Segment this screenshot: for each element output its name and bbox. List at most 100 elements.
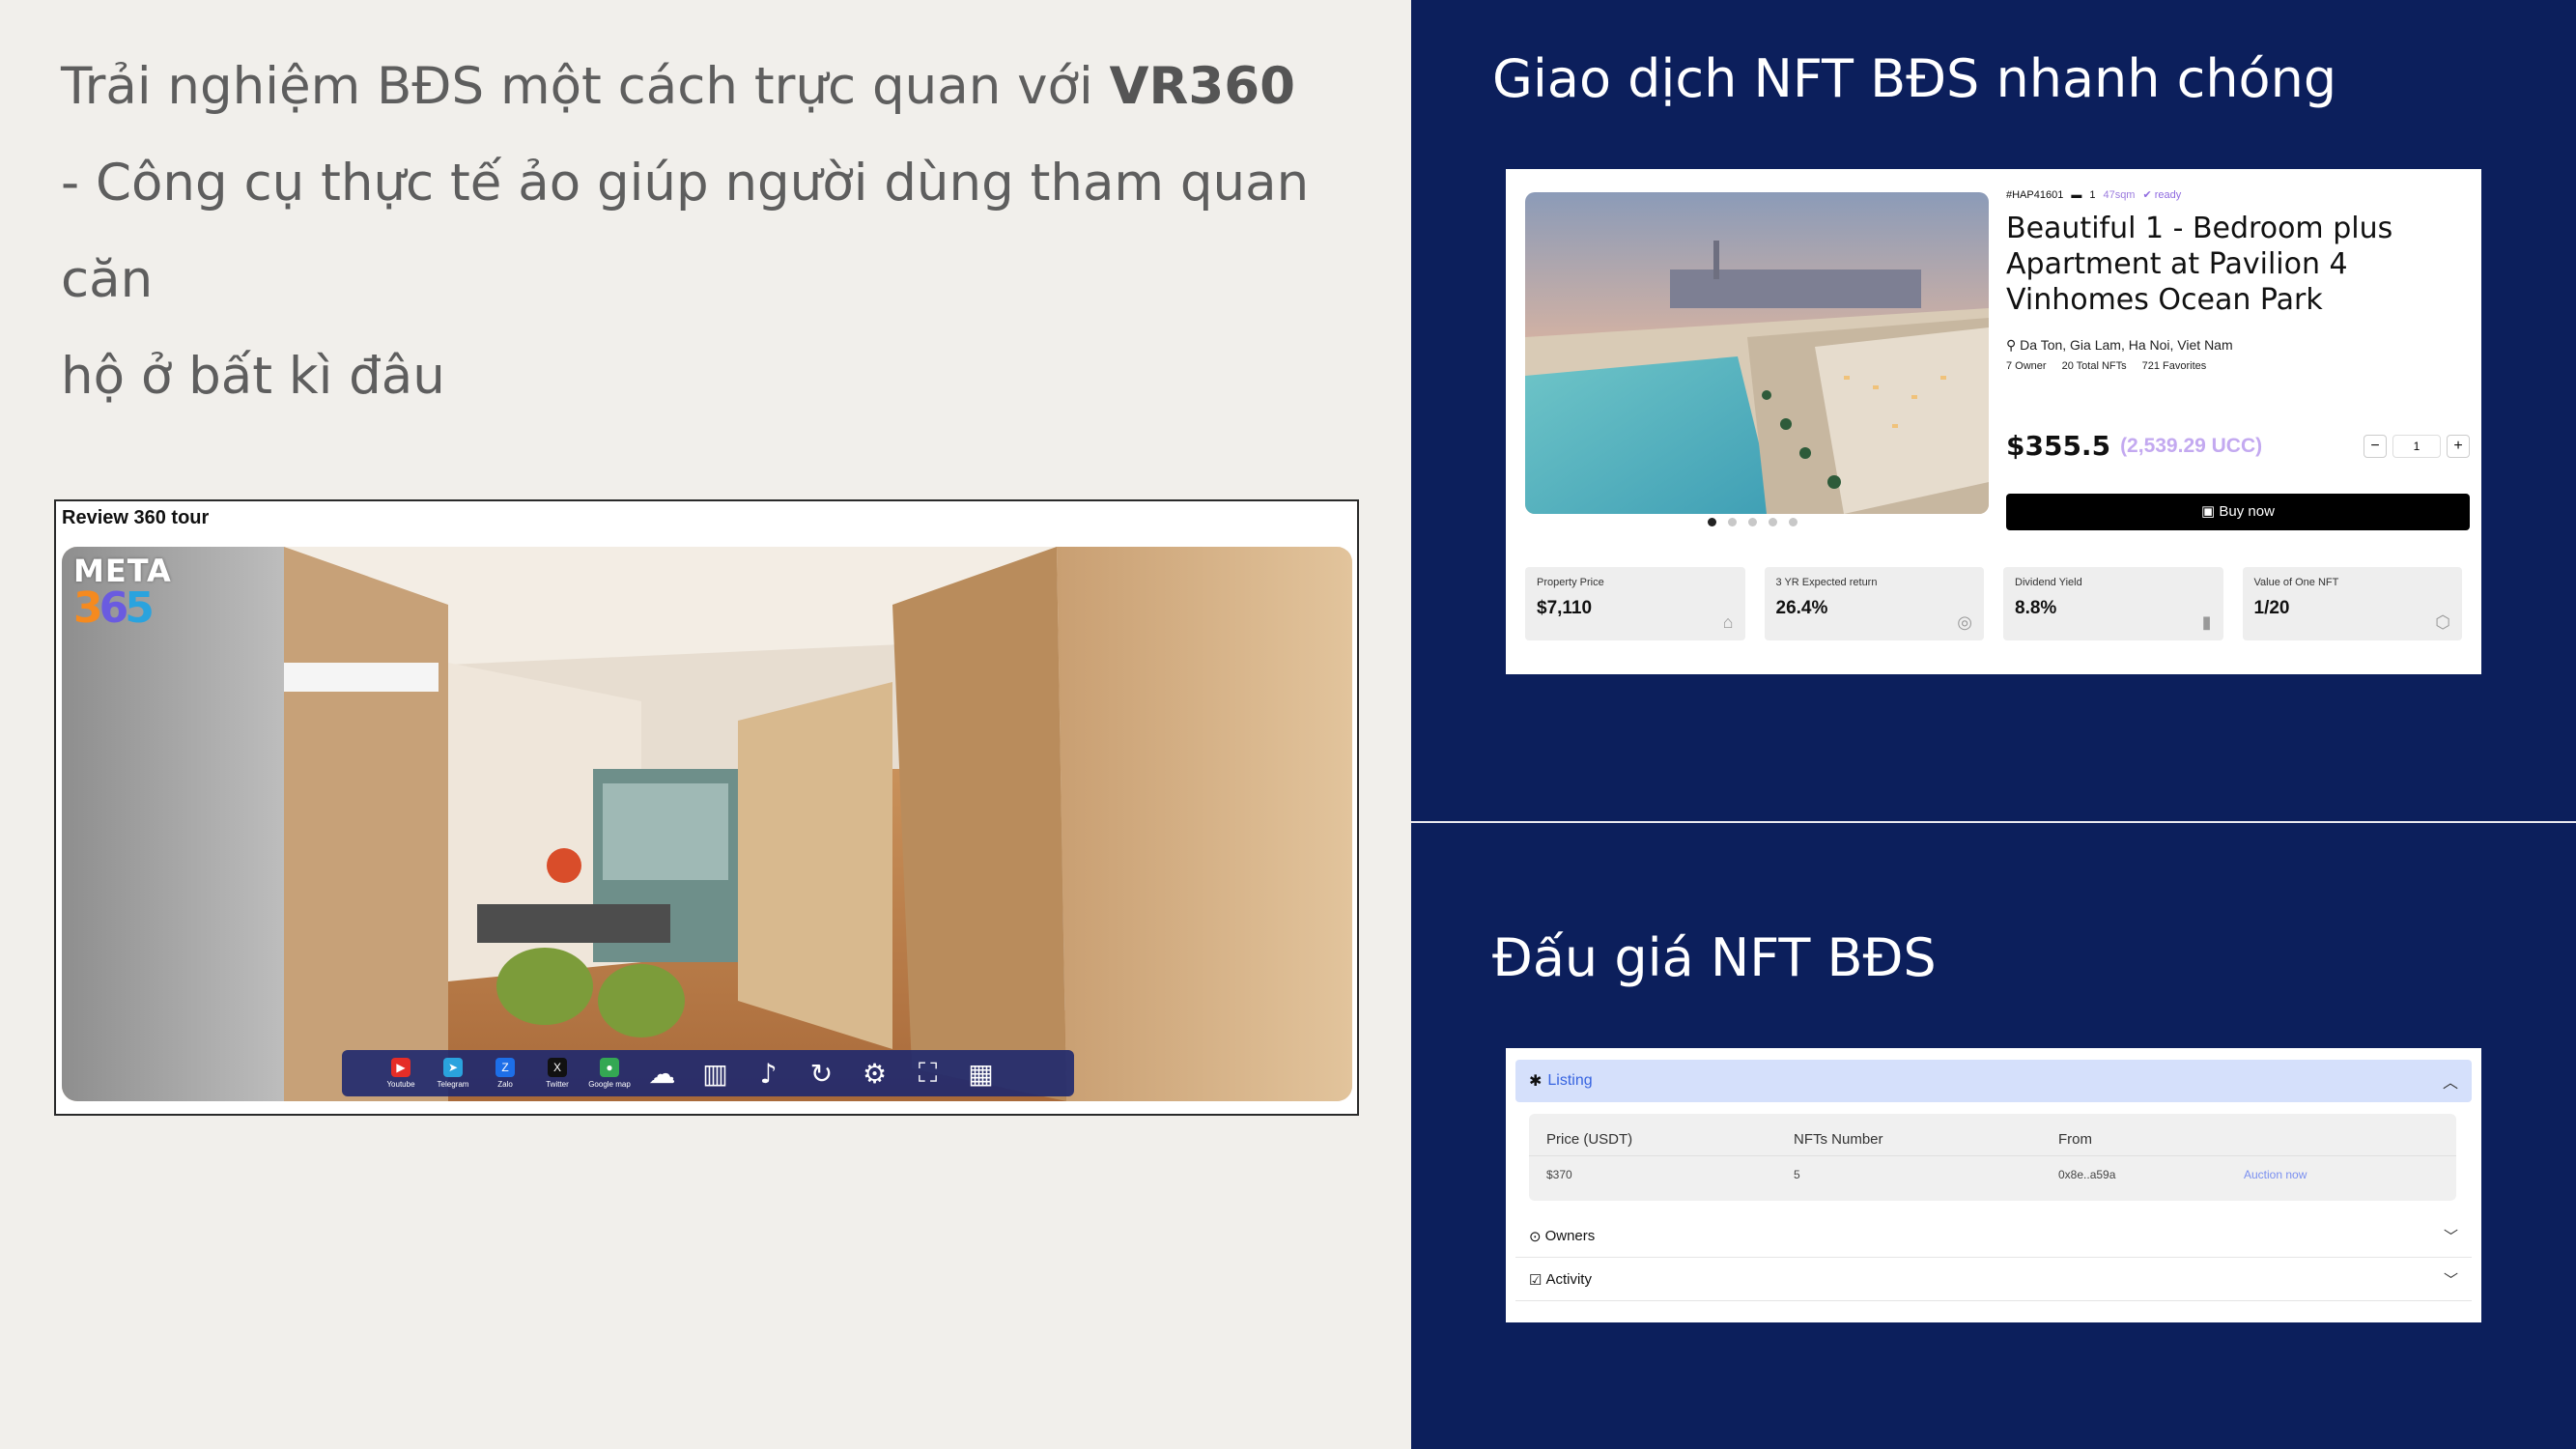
total-nfts: 20 Total NFTs (2061, 360, 2127, 372)
social-telegram-button[interactable]: ➤ Telegram (427, 1058, 479, 1089)
ready-badge: ✔ ready (2142, 189, 2182, 201)
nft-title: Beautiful 1 - Bedroom plus Apartment at … (2006, 212, 2393, 317)
tour-title: Review 360 tour (62, 507, 210, 528)
social-zalo-button[interactable]: Z Zalo (479, 1058, 531, 1089)
hero-vr360: VR360 (1109, 57, 1295, 116)
chevron-up-icon: ︿ (2442, 1075, 2458, 1092)
carousel-dot[interactable] (1708, 518, 1716, 526)
hero-line2: - Công cụ thực tế ảo giúp người dùng tha… (61, 154, 1310, 309)
nft-rooms: 1 (2089, 188, 2096, 201)
carousel-dots (1708, 518, 1798, 526)
col-price: Price (USDT) (1546, 1131, 1633, 1148)
price-row: $355.5 (2,539.29 UCC) − 1 + (2006, 430, 2470, 462)
section-divider (1411, 821, 2576, 823)
vr360-description: Trải nghiệm BĐS một cách trực quan với V… (61, 39, 1374, 425)
chevron-down-icon: ﹀ (2443, 1229, 2458, 1245)
nft-trade-heading: Giao dịch NFT BĐS nhanh chóng (1492, 48, 2337, 109)
social-label: Google map (588, 1080, 631, 1089)
cell-price: $370 (1546, 1168, 1572, 1181)
qty-minus-button[interactable]: − (2364, 434, 2387, 458)
auction-panel: ✱ Listing ︿ Price (USDT) NFTs Number Fro… (1506, 1048, 2481, 1322)
gear-icon[interactable]: ⚙ (848, 1058, 901, 1090)
nft-tags: #HAP41601 ▬ 1 47sqm ✔ ready (2006, 188, 2470, 202)
qty-input[interactable]: 1 (2392, 434, 2441, 458)
vr-viewer[interactable]: META 365 ▶ Youtube ➤ Telegram Z Zalo X Twitter ●… (62, 547, 1352, 1101)
book-icon[interactable]: ▥ (689, 1058, 742, 1090)
social-label: Zalo (497, 1080, 513, 1089)
owners-accordion[interactable]: ⊙ Owners ﹀ (1515, 1215, 2472, 1258)
owners-icon: ⊙ (1529, 1228, 1542, 1245)
cell-number: 5 (1794, 1168, 1800, 1181)
carousel-dot[interactable] (1728, 518, 1737, 526)
metric-value: 8.8% (2015, 598, 2057, 618)
tour-window: Review 360 tour META 365 ▶ Youtube ➤ Tel… (54, 499, 1359, 1116)
favorites-count: 721 Favorites (2141, 360, 2207, 372)
zalo-icon: Z (495, 1058, 515, 1077)
carousel-dot[interactable] (1769, 518, 1777, 526)
activity-icon: ☑ (1529, 1271, 1543, 1289)
nft-area: 47sqm (2103, 188, 2136, 201)
nft-code: #HAP41601 (2006, 188, 2064, 201)
nft-price-ucc: (2,539.29 UCC) (2120, 434, 2263, 457)
map-pin-icon: ● (600, 1058, 619, 1077)
metric-label: Dividend Yield (2015, 577, 2082, 588)
coins-icon: ◎ (1957, 612, 1972, 632)
wallet-icon: ▣ (2201, 503, 2220, 520)
social-youtube-button[interactable]: ▶ Youtube (375, 1058, 427, 1089)
metric-value: 1/20 (2253, 598, 2290, 618)
nft-location: ⚲ Da Ton, Gia Lam, Ha Noi, Viet Nam (2006, 337, 2233, 353)
col-from: From (2058, 1131, 2092, 1148)
x-twitter-icon: X (548, 1058, 567, 1077)
listing-accordion-header[interactable]: ✱ Listing ︿ (1515, 1060, 2472, 1102)
social-label: Youtube (386, 1080, 415, 1089)
telegram-icon: ➤ (443, 1058, 463, 1077)
meta365-logo: META 365 (73, 553, 172, 633)
left-panel: Trải nghiệm BĐS một cách trực quan với V… (0, 0, 1411, 1449)
viewer-toolbar: ▶ Youtube ➤ Telegram Z Zalo X Twitter ● Google ma… (342, 1050, 1074, 1096)
table-divider (1529, 1155, 2456, 1156)
metric-label: Value of One NFT (2253, 577, 2339, 588)
metric-label: 3 YR Expected return (1775, 577, 1878, 588)
metric-card: Property Price $7,110 ⌂ (1525, 567, 1745, 640)
metric-value: 26.4% (1775, 598, 1828, 618)
qty-plus-button[interactable]: + (2447, 434, 2470, 458)
cloud-download-icon[interactable]: ☁ (636, 1058, 689, 1090)
nft-info: #HAP41601 ▬ 1 47sqm ✔ ready Beautiful 1 … (2006, 188, 2470, 530)
carousel-dot[interactable] (1789, 518, 1798, 526)
chevron-down-icon: ﹀ (2443, 1272, 2458, 1289)
youtube-icon: ▶ (391, 1058, 410, 1077)
home-icon: ⌂ (1722, 612, 1734, 632)
metric-card: Value of One NFT 1/20 ⬡ (2242, 567, 2462, 640)
nft-metrics: Property Price $7,110 ⌂ 3 YR Expected retur… (1525, 567, 2462, 640)
location-pin-icon: ⚲ (2006, 337, 2021, 353)
quantity-stepper: − 1 + (2364, 434, 2470, 458)
metric-label: Property Price (1537, 577, 1604, 588)
owners-count: 7 Owner (2006, 360, 2047, 372)
col-nfts-number: NFTs Number (1794, 1131, 1883, 1148)
apartment-panorama (62, 547, 1352, 1101)
nft-stats: 7 Owner 20 Total NFTs 721 Favorites (2006, 360, 2470, 372)
social-label: Twitter (546, 1080, 569, 1089)
buy-now-button[interactable]: ▣ Buy now (2006, 494, 2470, 530)
nft-price: $355.5 (2006, 430, 2111, 462)
hero-line1: Trải nghiệm BĐS một cách trực quan với (61, 57, 1110, 116)
auction-now-link[interactable]: Auction now (2244, 1168, 2307, 1181)
cube-icon: ⬡ (2435, 612, 2450, 632)
activity-accordion[interactable]: ☑ Activity ﹀ (1515, 1259, 2472, 1301)
fullscreen-icon[interactable]: ⛶ (901, 1057, 954, 1090)
map-icon[interactable]: ▦ (954, 1058, 1007, 1090)
social-google-map-button[interactable]: ● Google map (583, 1058, 636, 1089)
cell-from: 0x8e..a59a (2058, 1168, 2116, 1181)
nft-auction-heading: Đấu giá NFT BĐS (1492, 927, 1937, 988)
listing-icon: ✱ (1529, 1073, 1543, 1090)
chart-icon: ▮ (2201, 612, 2212, 632)
social-label: Telegram (437, 1080, 469, 1089)
metric-card: 3 YR Expected return 26.4% ◎ (1764, 567, 1984, 640)
speaker-icon[interactable]: ♪ (742, 1058, 795, 1090)
carousel-dot[interactable] (1748, 518, 1757, 526)
rotate-icon[interactable]: ↻ (795, 1058, 848, 1090)
social-twitter-button[interactable]: X Twitter (531, 1058, 583, 1089)
metric-value: $7,110 (1537, 598, 1593, 618)
property-photo[interactable] (1525, 192, 1989, 514)
metric-card: Dividend Yield 8.8% ▮ (2003, 567, 2223, 640)
